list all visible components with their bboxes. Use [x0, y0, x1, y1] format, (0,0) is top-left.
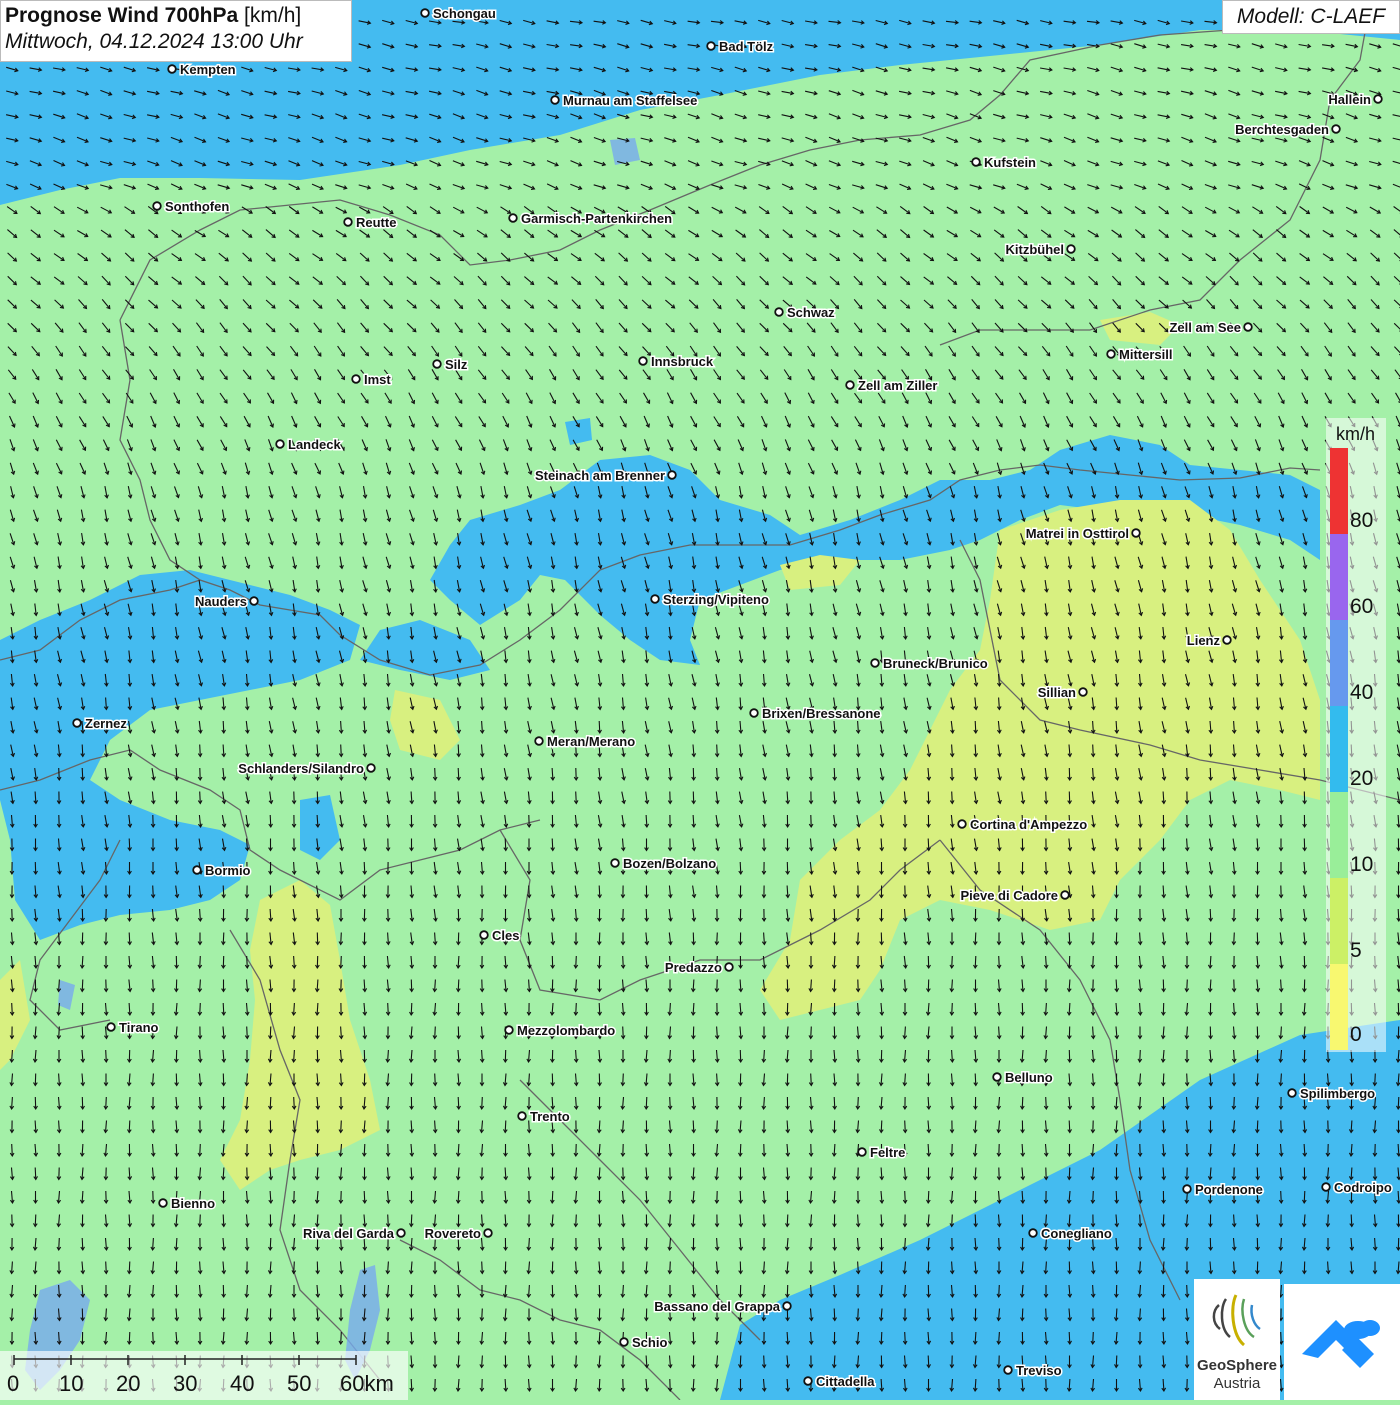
wind-arrow	[1116, 862, 1117, 874]
wind-arrow	[223, 721, 224, 733]
wind-arrow	[834, 768, 835, 780]
wind-arrow	[153, 980, 154, 992]
wind-arrow	[717, 745, 718, 757]
wind-arrow	[505, 839, 506, 851]
wind-arrow	[834, 909, 835, 921]
wind-arrow	[1093, 956, 1094, 968]
wind-map: SchongauBad TölzKemptenMurnau am Staffel…	[0, 0, 1400, 1400]
wind-arrow	[529, 886, 530, 898]
wind-arrow	[82, 745, 83, 757]
wind-arrow	[200, 745, 201, 757]
wind-arrow	[200, 956, 201, 968]
wind-arrow	[153, 886, 154, 898]
wind-arrow	[599, 721, 600, 733]
wind-arrow	[200, 792, 201, 804]
wind-arrow	[270, 815, 271, 827]
wind-arrow	[82, 980, 83, 992]
wind-arrow	[1046, 862, 1047, 874]
wind-arrow	[623, 956, 624, 968]
wind-arrow	[717, 933, 718, 945]
wind-arrow	[928, 839, 929, 851]
wind-arrow	[223, 886, 224, 898]
wind-arrow	[834, 745, 835, 757]
wind-arrow	[1210, 909, 1211, 921]
wind-arrow	[129, 933, 130, 945]
wind-arrow	[999, 956, 1000, 968]
wind-arrow	[435, 768, 436, 780]
wind-arrow	[341, 956, 342, 968]
wind-arrow	[599, 886, 600, 898]
wind-arrow	[1046, 792, 1047, 804]
wind-arrow	[59, 768, 60, 780]
wind-arrow	[975, 933, 976, 945]
wind-arrow	[1187, 768, 1188, 780]
wind-arrow	[341, 933, 342, 945]
wind-arrow	[129, 839, 130, 851]
wind-arrow	[458, 980, 459, 992]
wind-arrow	[740, 862, 741, 874]
wind-arrow	[82, 768, 83, 780]
wind-arrow	[552, 839, 553, 851]
wind-arrow	[646, 909, 647, 921]
wind-arrow	[1022, 909, 1023, 921]
wind-arrow	[599, 933, 600, 945]
wind-arrow	[858, 933, 859, 945]
wind-arrow	[458, 745, 459, 757]
wind-arrow	[811, 768, 812, 780]
wind-arrow	[1234, 933, 1235, 945]
wind-arrow	[952, 956, 953, 968]
wind-arrow	[576, 956, 577, 968]
wind-arrow	[975, 721, 976, 733]
wind-arrow	[576, 792, 577, 804]
wind-arrow	[223, 933, 224, 945]
wind-arrow	[952, 792, 953, 804]
wind-arrow	[1398, 909, 1399, 921]
wind-arrow	[176, 839, 177, 851]
wind-arrow	[341, 745, 342, 757]
wind-arrow	[364, 862, 365, 874]
wind-arrow	[247, 956, 248, 968]
wind-arrow	[1210, 745, 1211, 757]
wind-arrow	[1210, 768, 1211, 780]
wind-arrow	[458, 768, 459, 780]
wind-arrow	[975, 956, 976, 968]
wind-arrow	[1093, 745, 1094, 757]
wind-arrow	[1069, 933, 1070, 945]
